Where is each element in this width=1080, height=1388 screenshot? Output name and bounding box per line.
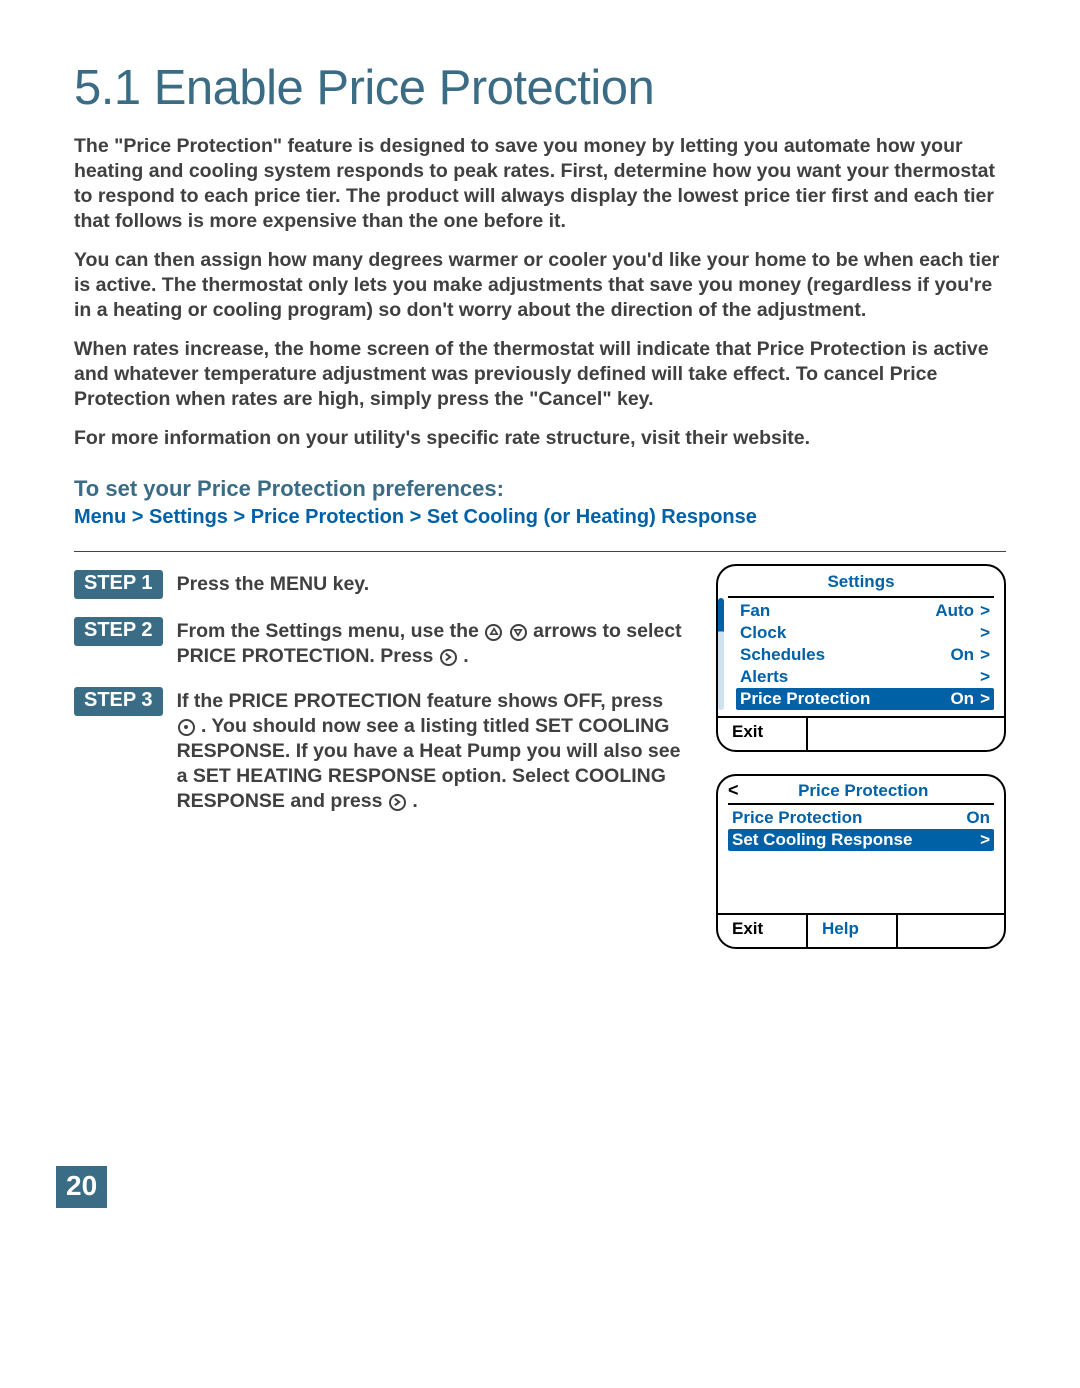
intro-para-2: You can then assign how many degrees war… [74,248,1006,323]
step-2: STEP 2 From the Settings menu, use the a… [74,617,686,669]
divider [74,551,1006,552]
step-1-badge: STEP 1 [74,570,163,599]
chevron-right-icon: > [980,667,990,687]
step-3-seg1: If the PRICE PROTECTION feature shows OF… [177,690,664,712]
page-number: 20 [56,1166,107,1208]
step-2-badge: STEP 2 [74,617,163,646]
step-2-text: From the Settings menu, use the arrows t… [177,617,686,669]
step-1: STEP 1 Press the MENU key. [74,570,686,599]
clock-row: Clock > [736,622,994,644]
help-cell: Help [808,915,898,947]
step-3: STEP 3 If the PRICE PROTECTION feature s… [74,687,686,814]
blank-cell [898,915,1004,947]
price-protection-label: Price Protection [740,689,870,709]
preferences-subhead: To set your Price Protection preferences… [74,476,1006,502]
menu-path: Menu > Settings > Price Protection > Set… [74,506,1006,529]
pp-status-row: Price Protection On [728,807,994,829]
blank-cell [808,718,1004,750]
schedules-value: On [950,645,974,665]
pp-status-label: Price Protection [732,808,862,828]
settings-screen: Settings Fan Auto > Clock > [716,564,1006,752]
fan-row: Fan Auto > [736,600,994,622]
intro-para-3: When rates increase, the home screen of … [74,337,1006,412]
alerts-row: Alerts > [736,666,994,688]
screen2-title: Price Protection [749,781,994,801]
screen1-list: Fan Auto > Clock > Schedules On > Alerts [726,598,1004,710]
alerts-label: Alerts [740,667,788,687]
step-3-seg3: . [412,790,417,812]
price-protection-value: On [950,689,974,709]
step-1-text: Press the MENU key. [177,570,370,597]
down-arrow-icon [510,624,527,641]
chevron-right-icon: > [980,645,990,665]
right-arrow-icon [440,649,457,666]
set-cooling-label: Set Cooling Response [732,830,912,850]
fan-value: Auto [935,601,974,621]
step-3-badge: STEP 3 [74,687,163,716]
chevron-right-icon: > [980,601,990,621]
step-2-seg3: . [463,645,468,667]
step-2-seg1: From the Settings menu, use the [177,620,485,642]
price-protection-row: Price Protection On > [736,688,994,710]
screen1-bottom: Exit [718,716,1004,750]
center-dot-icon [178,719,195,736]
exit-cell: Exit [718,915,808,947]
up-arrow-icon [485,624,502,641]
intro-para-1: The "Price Protection" feature is design… [74,134,1006,234]
exit-cell: Exit [718,718,808,750]
screen1-title: Settings [718,566,1004,596]
schedules-row: Schedules On > [736,644,994,666]
step-3-seg2: . You should now see a listing titled SE… [177,715,681,812]
step-3-text: If the PRICE PROTECTION feature shows OF… [177,687,686,814]
chevron-right-icon: > [980,689,990,709]
set-cooling-row: Set Cooling Response > [728,829,994,851]
intro-para-4: For more information on your utility's s… [74,426,1006,451]
section-heading: 5.1 Enable Price Protection [74,60,1006,116]
fan-label: Fan [740,601,770,621]
schedules-label: Schedules [740,645,825,665]
clock-label: Clock [740,623,786,643]
right-arrow-icon [389,794,406,811]
chevron-right-icon: > [980,623,990,643]
price-protection-screen: < Price Protection Price Protection On S… [716,774,1006,949]
pp-status-value: On [966,808,990,828]
chevron-right-icon: > [980,830,990,850]
screen2-bottom: Exit Help [718,913,1004,947]
scroll-indicator-icon [718,598,724,710]
back-chevron-icon: < [728,780,739,801]
screen2-list: Price Protection On Set Cooling Response… [718,805,1004,907]
